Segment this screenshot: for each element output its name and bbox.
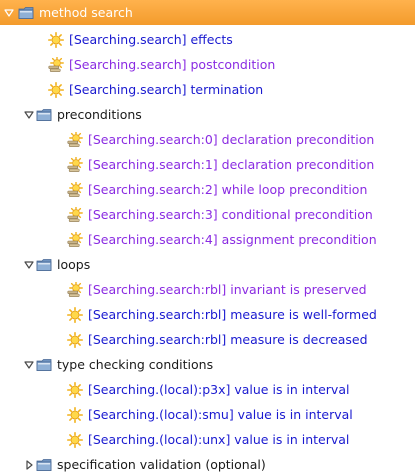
tree-item-searching-local-p3x-value-is-in-interval[interactable]: [Searching.(local):p3x] value is in inte… <box>0 377 415 402</box>
sun-icon <box>67 432 83 448</box>
tree-item-label: [Searching.(local):smu] value is in inte… <box>88 407 353 422</box>
tree-item-label: method search <box>39 5 133 20</box>
sun-stack-icon <box>67 232 83 248</box>
tree-item-label: type checking conditions <box>57 357 214 372</box>
tree-item-searching-local-unx-value-is-in-interval[interactable]: [Searching.(local):unx] value is in inte… <box>0 427 415 452</box>
sun-stack-icon <box>67 282 83 298</box>
sun-stack-icon <box>48 57 64 73</box>
sun-stack-icon <box>67 207 83 223</box>
expand-arrow-icon[interactable] <box>23 352 35 377</box>
sun-icon <box>48 32 64 48</box>
folder-icon <box>36 257 52 273</box>
tree-item-searching-search-postcondition[interactable]: [Searching.search] postcondition <box>0 52 415 77</box>
tree-item-searching-search-termination[interactable]: [Searching.search] termination <box>0 77 415 102</box>
sun-stack-icon <box>67 132 83 148</box>
tree-item-searching-search-effects[interactable]: [Searching.search] effects <box>0 27 415 52</box>
tree-folder-type-checking-conditions[interactable]: type checking conditions <box>0 352 415 377</box>
tree-folder-method-search[interactable]: method search <box>0 0 415 25</box>
tree-item-searching-search-3-conditional-precondition[interactable]: [Searching.search:3] conditional precond… <box>0 202 415 227</box>
proof-obligation-tree[interactable]: method search [Searching.search] effects [… <box>0 0 415 476</box>
tree-item-label: [Searching.search:3] conditional precond… <box>88 207 373 222</box>
folder-icon <box>36 107 52 123</box>
tree-item-label: [Searching.search:rbl] invariant is pres… <box>88 282 367 297</box>
tree-item-searching-search-rbl-measure-is-well-formed[interactable]: [Searching.search:rbl] measure is well-f… <box>0 302 415 327</box>
tree-item-searching-search-rbl-invariant-is-preserved[interactable]: [Searching.search:rbl] invariant is pres… <box>0 277 415 302</box>
folder-icon <box>36 457 52 473</box>
tree-item-label: [Searching.search:4] assignment precondi… <box>88 232 377 247</box>
tree-item-label: [Searching.(local):unx] value is in inte… <box>88 432 350 447</box>
sun-stack-icon <box>67 157 83 173</box>
tree-item-label: specification validation (optional) <box>57 457 266 472</box>
expand-arrow-icon[interactable] <box>23 252 35 277</box>
sun-icon <box>67 382 83 398</box>
tree-item-searching-search-0-declaration-precondition[interactable]: [Searching.search:0] declaration precond… <box>0 127 415 152</box>
expand-arrow-icon[interactable] <box>23 102 35 127</box>
sun-icon <box>67 332 83 348</box>
tree-item-label: [Searching.search:2] while loop precondi… <box>88 182 368 197</box>
tree-item-label: [Searching.search:rbl] measure is well-f… <box>88 307 377 322</box>
tree-item-label: [Searching.search:0] declaration precond… <box>88 132 375 147</box>
expand-arrow-icon[interactable] <box>3 0 15 25</box>
folder-icon <box>18 5 34 21</box>
tree-item-label: [Searching.search] postcondition <box>69 57 276 72</box>
tree-item-searching-search-2-while-loop-precondition[interactable]: [Searching.search:2] while loop precondi… <box>0 177 415 202</box>
tree-item-searching-search-1-declaration-precondition[interactable]: [Searching.search:1] declaration precond… <box>0 152 415 177</box>
tree-item-label: [Searching.search:1] declaration precond… <box>88 157 375 172</box>
tree-item-searching-local-smu-value-is-in-interval[interactable]: [Searching.(local):smu] value is in inte… <box>0 402 415 427</box>
tree-item-label: [Searching.search] termination <box>69 82 264 97</box>
tree-item-label: [Searching.search:rbl] measure is decrea… <box>88 332 368 347</box>
tree-folder-preconditions[interactable]: preconditions <box>0 102 415 127</box>
tree-item-searching-search-4-assignment-precondition[interactable]: [Searching.search:4] assignment precondi… <box>0 227 415 252</box>
tree-folder-specification-validation-optional[interactable]: specification validation (optional) <box>0 452 415 476</box>
tree-folder-loops[interactable]: loops <box>0 252 415 277</box>
tree-item-label: loops <box>57 257 91 272</box>
sun-stack-icon <box>67 182 83 198</box>
tree-item-label: [Searching.search] effects <box>69 32 233 47</box>
tree-item-label: [Searching.(local):p3x] value is in inte… <box>88 382 350 397</box>
tree-item-label: preconditions <box>57 107 142 122</box>
collapse-arrow-icon[interactable] <box>23 452 35 476</box>
sun-icon <box>67 407 83 423</box>
sun-icon <box>67 307 83 323</box>
tree-item-searching-search-rbl-measure-is-decreased[interactable]: [Searching.search:rbl] measure is decrea… <box>0 327 415 352</box>
folder-icon <box>36 357 52 373</box>
sun-icon <box>48 82 64 98</box>
